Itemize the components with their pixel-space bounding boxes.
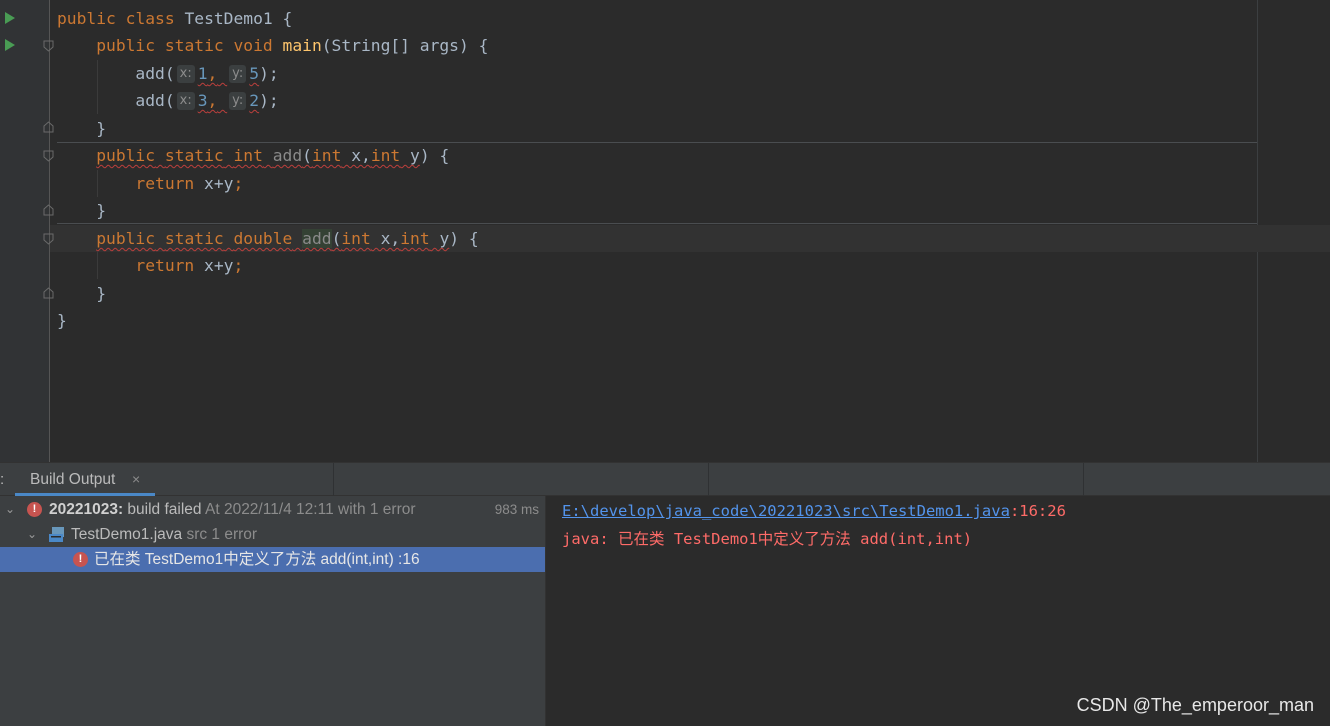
param-hint-x: x: (176, 92, 195, 110)
console-line-error: java: 已在类 TestDemo1中定义了方法 add(int,int) (562, 530, 973, 548)
param-hint-y: y: (229, 65, 247, 83)
error-underlined-signature: public static int add(int x,int y (96, 146, 420, 165)
code-line-add-double-decl[interactable]: public static double add(int x,int y) { (57, 225, 479, 252)
code-line-call-add-1[interactable]: add(x: 1, y: 5); (57, 60, 279, 87)
code-editor[interactable]: public class TestDemo1 { public static v… (0, 0, 1330, 462)
run-class-icon[interactable] (5, 12, 15, 24)
fold-open-icon[interactable] (43, 233, 54, 245)
main-method-name: main (282, 36, 322, 55)
tab-build-output[interactable]: Build Output × (15, 463, 155, 496)
add-double-method-name: add (302, 229, 332, 248)
param-hint-x: x: (176, 65, 195, 83)
fold-open-icon[interactable] (43, 150, 54, 162)
header-divider (1083, 463, 1084, 496)
header-divider (333, 463, 334, 496)
fold-close-icon[interactable] (43, 287, 54, 299)
error-icon: ! (73, 552, 88, 567)
build-console[interactable]: E:\develop\java_code\20221023\src\TestDe… (545, 496, 1330, 726)
code-line-main-close[interactable]: } (57, 115, 106, 142)
code-line-class-decl[interactable]: public class TestDemo1 { (57, 5, 292, 32)
editor-gutter (0, 0, 50, 462)
tool-window-label-fragment: : (0, 471, 5, 488)
watermark: CSDN @The_emperoor_man (1076, 695, 1314, 715)
chevron-down-icon[interactable]: ⌄ (27, 522, 37, 547)
build-file-row[interactable]: ⌄ TestDemo1.java src 1 error (0, 522, 545, 547)
code-line-add-double-return[interactable]: return x+y; (57, 252, 243, 279)
class-name: TestDemo1 (184, 9, 273, 28)
build-tree-panel[interactable]: ⌄ ! 20221023: build failed At 2022/11/4 … (0, 496, 545, 726)
code-line-class-close[interactable]: } (57, 307, 67, 334)
console-line-location: E:\develop\java_code\20221023\src\TestDe… (562, 502, 1066, 520)
error-underlined-args: x: 3, y: 2 (175, 91, 259, 110)
error-underlined-signature: public static double add(int x,int y (96, 229, 450, 248)
method-separator (57, 223, 1257, 224)
chevron-down-icon[interactable]: ⌄ (5, 497, 15, 522)
build-tool-window-header: : Build Output × (0, 462, 1330, 496)
code-line-add-int-decl[interactable]: public static int add(int x,int y) { (57, 142, 449, 169)
build-error-row[interactable]: ! 已在类 TestDemo1中定义了方法 add(int,int) :16 (0, 547, 545, 572)
code-line-call-add-2[interactable]: add(x: 3, y: 2); (57, 87, 279, 114)
java-file-icon (48, 526, 66, 543)
close-tab-icon[interactable]: × (132, 471, 140, 487)
code-line-add-int-close[interactable]: } (57, 197, 106, 224)
fold-close-icon[interactable] (43, 204, 54, 216)
add-int-method-name: add (272, 146, 303, 165)
build-root-row[interactable]: ⌄ ! 20221023: build failed At 2022/11/4 … (0, 497, 545, 522)
code-line-add-double-close[interactable]: } (57, 280, 106, 307)
code-line-add-int-return[interactable]: return x+y; (57, 170, 243, 197)
fold-close-icon[interactable] (43, 121, 54, 133)
run-main-icon[interactable] (5, 39, 15, 51)
param-hint-y: y: (229, 92, 247, 110)
error-icon: ! (27, 502, 42, 517)
build-duration: 983 ms (494, 502, 539, 517)
error-message: 已在类 TestDemo1中定义了方法 add(int,int) :16 (94, 551, 420, 568)
error-underlined-args: x: 1, y: 5 (175, 64, 259, 83)
fold-open-icon[interactable] (43, 40, 54, 52)
source-file-link[interactable]: E:\develop\java_code\20221023\src\TestDe… (562, 502, 1010, 520)
tab-label: Build Output (30, 471, 116, 488)
header-divider (708, 463, 709, 496)
code-line-main-decl[interactable]: public static void main(String[] args) { (57, 32, 488, 59)
